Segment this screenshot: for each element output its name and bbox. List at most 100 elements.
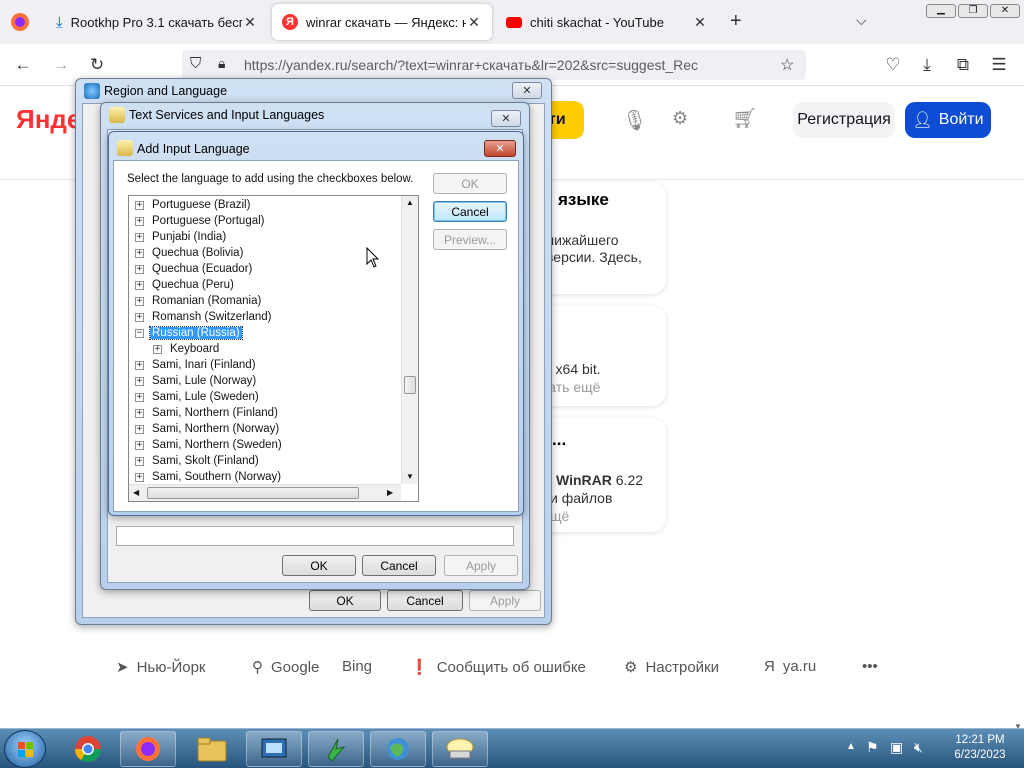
- scroll-up-icon[interactable]: ▲: [406, 198, 414, 207]
- firefox-taskbar-icon[interactable]: [120, 731, 176, 767]
- apply-button[interactable]: Apply: [444, 555, 518, 576]
- vertical-scrollbar[interactable]: ▲ ▼: [401, 196, 418, 484]
- tab-rootkhp[interactable]: ⤓ Rootkhp Pro 3.1 скачать беспл ✕: [46, 4, 268, 40]
- close-tab-icon[interactable]: ✕: [466, 14, 482, 31]
- downloads-icon[interactable]: ⤓: [914, 52, 940, 78]
- language-tree[interactable]: + Portuguese (Brazil) + Portuguese (Portug…: [128, 195, 419, 502]
- yandex-logo[interactable]: Янде: [16, 104, 81, 135]
- system-clock[interactable]: 12:21 PM 6/23/2023: [940, 733, 1020, 763]
- close-tab-icon[interactable]: ✕: [242, 14, 258, 31]
- scroll-down-icon[interactable]: ▼: [406, 472, 414, 481]
- tree-subitem[interactable]: + Keyboard: [153, 341, 221, 357]
- close-tab-icon[interactable]: ✕: [692, 14, 708, 31]
- cancel-button[interactable]: Cancel: [387, 590, 463, 611]
- back-button[interactable]: ←: [10, 52, 36, 78]
- close-button[interactable]: ✕: [484, 140, 516, 157]
- expand-icon[interactable]: +: [135, 296, 144, 306]
- result-heading[interactable]: ...: [552, 430, 566, 450]
- network-icon[interactable]: ▣: [890, 739, 903, 756]
- tree-item[interactable]: + Sami, Southern (Norway): [135, 469, 283, 485]
- show-hidden-icons-icon[interactable]: ▲: [846, 741, 856, 752]
- app-menu-icon[interactable]: ☰: [986, 52, 1012, 78]
- tree-item[interactable]: + Portuguese (Brazil): [135, 197, 252, 213]
- expand-icon[interactable]: +: [135, 424, 144, 434]
- tree-item[interactable]: + Sami, Lule (Norway): [135, 373, 258, 389]
- region-taskbar-icon[interactable]: [370, 731, 426, 767]
- start-button[interactable]: [4, 730, 46, 768]
- new-tab-button[interactable]: +: [730, 10, 742, 33]
- ok-button[interactable]: OK: [309, 590, 381, 611]
- expand-icon[interactable]: +: [135, 248, 144, 258]
- expand-icon[interactable]: +: [153, 344, 162, 354]
- action-center-icon[interactable]: ⚑: [866, 739, 879, 756]
- result-heading[interactable]: языке: [558, 190, 609, 210]
- microphone-icon[interactable]: 🎙︎: [622, 108, 647, 133]
- location-link[interactable]: ➤ Нью-Йорк: [116, 658, 206, 677]
- tree-item-selected[interactable]: − Russian (Russia): [135, 325, 243, 341]
- google-link[interactable]: ⚲ Google: [252, 658, 319, 677]
- tree-item[interactable]: + Romansh (Switzerland): [135, 309, 274, 325]
- expand-icon[interactable]: +: [135, 376, 144, 386]
- url-text[interactable]: https://yandex.ru/search/?text=winrar+ск…: [244, 57, 698, 73]
- forward-button[interactable]: →: [48, 52, 74, 78]
- horizontal-scrollbar[interactable]: ◀ ▶: [129, 484, 401, 501]
- close-window-button[interactable]: ✕: [990, 4, 1020, 18]
- bookmark-star-icon[interactable]: ☆: [780, 55, 794, 75]
- expand-icon[interactable]: +: [135, 216, 144, 226]
- scrollbar-thumb[interactable]: [404, 376, 416, 394]
- tree-item[interactable]: + Sami, Northern (Norway): [135, 421, 281, 437]
- ok-button[interactable]: OK: [282, 555, 356, 576]
- login-button[interactable]: 👤︎ Войти: [905, 102, 991, 138]
- report-error-link[interactable]: ❗ Сообщить об ошибке: [410, 658, 586, 677]
- tree-item[interactable]: + Sami, Inari (Finland): [135, 357, 258, 373]
- shield-icon[interactable]: ⛉: [190, 55, 201, 72]
- tree-item[interactable]: + Quechua (Bolivia): [135, 245, 245, 261]
- reload-button[interactable]: ↻: [84, 52, 110, 78]
- restore-button[interactable]: ❐: [958, 4, 988, 18]
- filters-icon[interactable]: ⚙︎: [672, 108, 688, 129]
- close-button[interactable]: ✕: [491, 110, 521, 127]
- expand-icon[interactable]: +: [135, 392, 144, 402]
- tree-item[interactable]: + Quechua (Peru): [135, 277, 236, 293]
- ok-button[interactable]: OK: [433, 173, 507, 194]
- tree-item[interactable]: + Sami, Northern (Sweden): [135, 437, 284, 453]
- expand-icon[interactable]: +: [135, 456, 144, 466]
- tab-youtube[interactable]: chiti skachat - YouTube ✕: [496, 4, 718, 40]
- more-icon[interactable]: •••: [862, 658, 878, 675]
- control-panel-taskbar-icon[interactable]: [246, 731, 302, 767]
- expand-icon[interactable]: +: [135, 232, 144, 242]
- expand-icon[interactable]: +: [135, 312, 144, 322]
- expand-icon[interactable]: +: [135, 280, 144, 290]
- settings-link[interactable]: ⚙ Настройки: [624, 658, 719, 677]
- apply-button[interactable]: Apply: [469, 590, 541, 611]
- tree-item[interactable]: + Sami, Northern (Finland): [135, 405, 280, 421]
- cancel-button[interactable]: Cancel: [362, 555, 436, 576]
- collapse-icon[interactable]: −: [135, 328, 144, 338]
- utility-taskbar-icon[interactable]: [308, 731, 364, 767]
- keyboard-taskbar-icon[interactable]: [432, 731, 488, 767]
- cancel-button[interactable]: Cancel: [433, 201, 507, 222]
- read-more-link[interactable]: щё: [550, 508, 569, 524]
- chrome-taskbar-icon[interactable]: [60, 731, 116, 767]
- expand-icon[interactable]: +: [135, 408, 144, 418]
- tree-item[interactable]: + Romanian (Romania): [135, 293, 263, 309]
- h-scrollbar-thumb[interactable]: [147, 487, 359, 499]
- url-bar[interactable]: ⛉ 🔒︎ https://yandex.ru/search/?text=winr…: [182, 50, 806, 80]
- expand-icon[interactable]: +: [135, 440, 144, 450]
- tree-item[interactable]: + Portuguese (Portugal): [135, 213, 267, 229]
- firefox-menu-icon[interactable]: [10, 12, 30, 32]
- extensions-icon[interactable]: ⧉: [950, 52, 976, 78]
- scroll-left-icon[interactable]: ◀: [133, 488, 139, 497]
- tab-yandex[interactable]: Я winrar скачать — Яндекс: наш ✕: [272, 4, 492, 40]
- cart-icon[interactable]: 🛒︎: [732, 106, 757, 131]
- tree-item[interactable]: + Sami, Skolt (Finland): [135, 453, 261, 469]
- tree-item[interactable]: + Punjabi (India): [135, 229, 228, 245]
- register-button[interactable]: Регистрация: [793, 102, 895, 138]
- volume-icon[interactable]: 🔇︎: [914, 739, 923, 756]
- ya-ru-link[interactable]: Яya.ru: [764, 658, 816, 675]
- close-button[interactable]: ✕: [512, 82, 542, 99]
- expand-icon[interactable]: +: [135, 200, 144, 210]
- pocket-icon[interactable]: ♡: [880, 52, 906, 78]
- page-scrollbar[interactable]: ▼: [1012, 182, 1022, 731]
- expand-icon[interactable]: +: [135, 472, 144, 482]
